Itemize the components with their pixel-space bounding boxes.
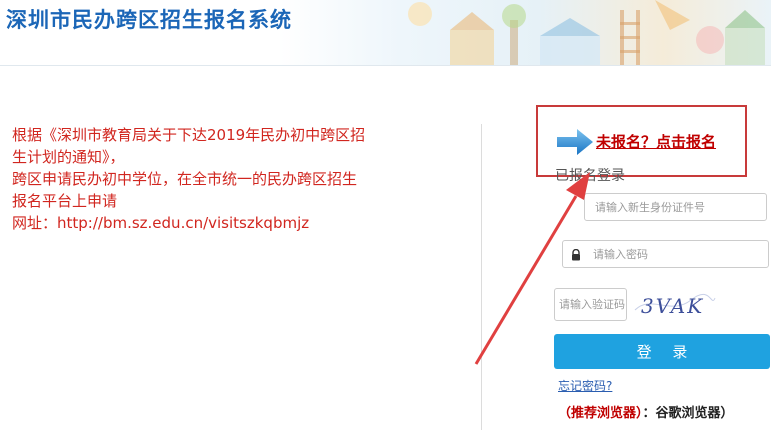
- notice-text: 根据《深圳市教育局关于下达2019年民办初中跨区招 生计划的通知》， 跨区申请民…: [12, 124, 452, 234]
- page: 深圳市民办跨区招生报名系统 根据《深圳市教育局关于下达2019年民办初中跨区招 …: [0, 0, 771, 430]
- forgot-password-link[interactable]: 忘记密码?: [558, 377, 612, 394]
- notice-line: 报名平台上申请: [12, 192, 118, 210]
- register-link[interactable]: 未报名？点击报名: [596, 131, 716, 152]
- browser-tip-label: （推荐浏览器）: [558, 406, 643, 421]
- id-number-field[interactable]: [584, 193, 767, 221]
- captcha-field[interactable]: [554, 288, 627, 321]
- login-button[interactable]: 登 录: [554, 334, 770, 369]
- notice-url: 网址：http://bm.sz.edu.cn/visitszkqbmjz: [12, 214, 310, 232]
- browser-tip: （推荐浏览器）：谷歌浏览器）: [558, 402, 734, 421]
- vertical-divider: [481, 124, 482, 430]
- id-number-input[interactable]: [585, 194, 766, 220]
- header-banner: 深圳市民办跨区招生报名系统: [0, 0, 771, 66]
- lock-icon: [572, 249, 580, 261]
- login-heading: 已报名登录: [555, 168, 625, 184]
- password-input[interactable]: [563, 241, 768, 267]
- captcha-input[interactable]: [555, 289, 626, 320]
- captcha-image[interactable]: 3VAK: [631, 288, 717, 321]
- password-field[interactable]: [562, 240, 769, 268]
- page-title: 深圳市民办跨区招生报名系统: [6, 8, 292, 32]
- notice-line: 跨区申请民办初中学位，在全市统一的民办跨区招生: [12, 170, 358, 188]
- browser-tip-value: ：谷歌浏览器）: [642, 406, 734, 421]
- notice-line: 生计划的通知》，: [12, 148, 125, 166]
- captcha-text: 3VAK: [641, 294, 704, 318]
- arrow-right-icon: [557, 129, 593, 155]
- notice-line: 根据《深圳市教育局关于下达2019年民办初中跨区招: [12, 126, 366, 144]
- header-illustration: [408, 0, 765, 65]
